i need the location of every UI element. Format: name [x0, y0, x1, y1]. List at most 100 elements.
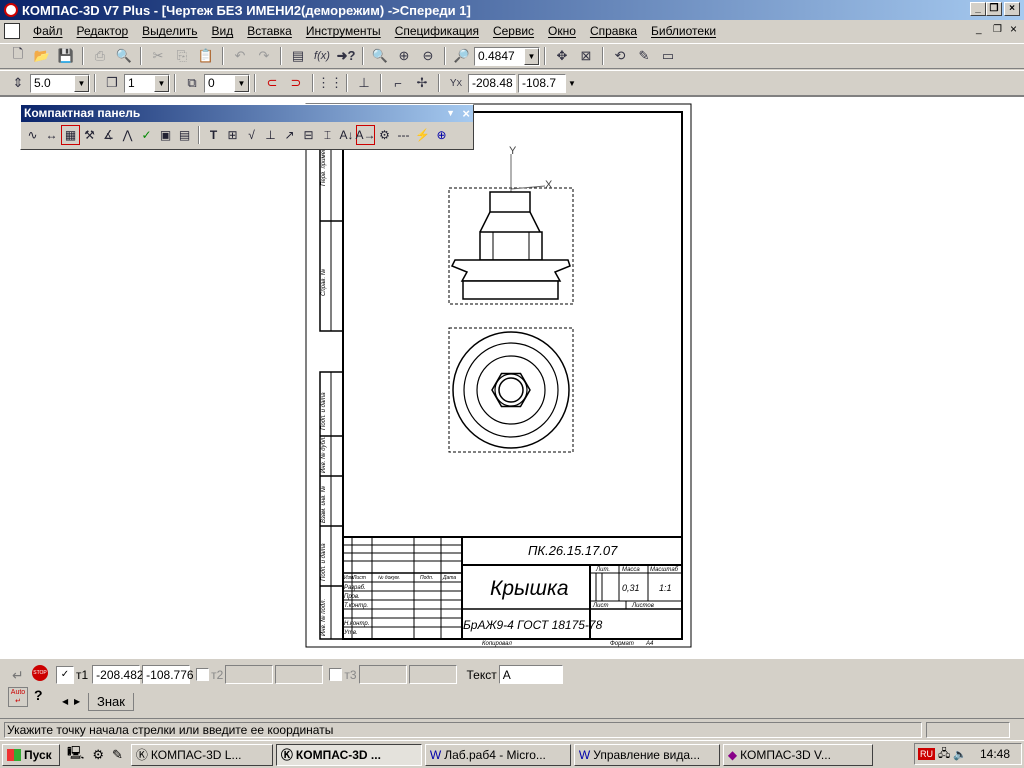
refresh-icon[interactable]: ⟲: [609, 46, 631, 66]
doc-restore-icon[interactable]: ❐: [993, 24, 1002, 35]
restore-button[interactable]: ❐: [986, 2, 1002, 16]
menu-window[interactable]: Окно: [541, 24, 583, 38]
parametrize-icon[interactable]: ∡: [99, 125, 118, 145]
t2-y-field[interactable]: [275, 665, 324, 684]
menu-libraries[interactable]: Библиотеки: [644, 24, 723, 38]
enter-icon[interactable]: ↵: [12, 667, 24, 684]
app-icon[interactable]: [4, 3, 18, 17]
menu-service[interactable]: Сервис: [486, 24, 541, 38]
menu-editor[interactable]: Редактор: [70, 24, 136, 38]
network-icon[interactable]: 🖧: [938, 745, 950, 764]
preview-icon[interactable]: 🔍: [113, 46, 135, 66]
doc-close-icon[interactable]: ×: [1010, 22, 1017, 36]
center-mark-icon[interactable]: ⊕: [432, 125, 451, 145]
snap-magnet-icon[interactable]: ⊂: [261, 73, 283, 93]
wave-icon[interactable]: ⚡: [413, 125, 432, 145]
task-kompas-v[interactable]: ◆ КОМПАС-3D V...: [722, 743, 873, 766]
select-icon[interactable]: ✓: [137, 125, 156, 145]
open-file-icon[interactable]: 📂: [31, 46, 53, 66]
clock[interactable]: 14:48: [980, 747, 1010, 761]
zoom-out-icon[interactable]: ⊖: [417, 46, 439, 66]
close-button[interactable]: ×: [1004, 2, 1020, 16]
base-icon[interactable]: ⊥: [261, 125, 280, 145]
manager-icon[interactable]: ▤: [287, 46, 309, 66]
tab-prev-icon[interactable]: ◀: [62, 697, 68, 706]
ortho-icon[interactable]: ⌐: [387, 73, 409, 93]
zoom-scale-icon[interactable]: 🔎: [451, 46, 473, 66]
function-icon[interactable]: f(x): [311, 46, 333, 66]
t1-checkbox[interactable]: ✓: [56, 665, 74, 684]
t1-x-field[interactable]: -208.482: [92, 665, 144, 684]
chevron-down-icon[interactable]: ▼: [524, 47, 539, 65]
coord-y-field[interactable]: -108.7: [518, 73, 566, 93]
menu-select[interactable]: Выделить: [135, 24, 204, 38]
pan-icon[interactable]: ✥: [551, 46, 573, 66]
menu-view[interactable]: Вид: [205, 24, 241, 38]
chevron-down-icon[interactable]: ▼: [234, 74, 249, 92]
show-all-icon[interactable]: ⊠: [575, 46, 597, 66]
text-tool-icon[interactable]: T: [204, 125, 223, 145]
volume-icon[interactable]: 🔈: [953, 748, 967, 761]
layer-icon[interactable]: ❐: [101, 73, 123, 93]
grid-icon[interactable]: ⋮⋮: [317, 73, 343, 93]
cut-icon[interactable]: ✂: [147, 46, 169, 66]
undo-icon[interactable]: ↶: [229, 46, 251, 66]
tab-sign[interactable]: Знак: [88, 693, 134, 711]
step-icon[interactable]: ⇕: [7, 73, 29, 93]
task-word-lab[interactable]: W Лаб.раб4 - Micro...: [424, 743, 571, 766]
zoom-window-icon[interactable]: 🔍: [369, 46, 391, 66]
compact-panel[interactable]: Компактная панель ▼ × ∿ ↔ ▦ ⚒ ∡ ⋀ ✓ ▣ ▤ …: [20, 104, 474, 150]
task-kompas-active[interactable]: Ⓚ КОМПАС-3D ...: [275, 743, 422, 766]
save-icon[interactable]: 💾: [55, 46, 77, 66]
t1-y-field[interactable]: -108.776: [142, 665, 194, 684]
drawing-sheet[interactable]: Перв. примен. Справ. № Подп. и дата Инв.…: [0, 96, 1024, 658]
minimize-button[interactable]: _: [970, 2, 986, 16]
spec-icon[interactable]: ▣: [156, 125, 175, 145]
position-icon[interactable]: ⌶: [318, 125, 337, 145]
t2-checkbox[interactable]: [196, 668, 210, 681]
help-icon[interactable]: ?: [34, 687, 43, 703]
toolbar-more-icon[interactable]: ▼: [568, 79, 576, 88]
t2-x-field[interactable]: [225, 665, 274, 684]
close-icon[interactable]: ×: [462, 105, 470, 122]
menu-tools[interactable]: Инструменты: [299, 24, 388, 38]
stop-icon[interactable]: STOP: [32, 665, 48, 681]
report-icon[interactable]: ▤: [175, 125, 194, 145]
new-file-icon[interactable]: 🗋: [7, 46, 29, 66]
panel-menu-icon[interactable]: ▼: [446, 105, 455, 122]
quick-launch-icon[interactable]: ✎: [112, 747, 123, 763]
cut-line-icon[interactable]: A↓: [337, 125, 356, 145]
layer-combo[interactable]: 1 ▼: [124, 73, 170, 93]
axis-line-icon[interactable]: ---: [394, 125, 413, 145]
copy-icon[interactable]: ⎘: [171, 46, 193, 66]
local-snap-icon[interactable]: ⊃: [285, 73, 307, 93]
doc-minimize-icon[interactable]: _: [976, 24, 982, 35]
text-field[interactable]: А: [498, 665, 563, 684]
style-combo[interactable]: 0 ▼: [204, 73, 250, 93]
redo-icon[interactable]: ↷: [253, 46, 275, 66]
language-indicator[interactable]: RU: [918, 748, 935, 760]
leader-icon[interactable]: ↗: [280, 125, 299, 145]
task-word-views[interactable]: W Управление вида...: [573, 743, 720, 766]
table-tool-icon[interactable]: ⊞: [223, 125, 242, 145]
menu-file[interactable]: Файл: [26, 24, 70, 38]
geometry-icon[interactable]: ∿: [23, 125, 42, 145]
coord-x-field[interactable]: -208.48: [468, 73, 516, 93]
view-arrow-icon[interactable]: A→: [356, 125, 376, 145]
t3-y-field[interactable]: [408, 665, 457, 684]
zoom-combo[interactable]: 0.4847 ▼: [474, 46, 540, 66]
help-pointer-icon[interactable]: ➜?: [335, 46, 357, 66]
menu-help[interactable]: Справка: [583, 24, 644, 38]
tolerance-icon[interactable]: ⊟: [299, 125, 318, 145]
t3-checkbox[interactable]: [329, 668, 343, 681]
tab-next-icon[interactable]: ▶: [74, 697, 80, 706]
zoom-in-icon[interactable]: ⊕: [393, 46, 415, 66]
step-combo[interactable]: 5.0 ▼: [30, 73, 90, 93]
style-icon[interactable]: ⧉: [181, 73, 203, 93]
start-button[interactable]: Пуск: [2, 743, 60, 766]
menu-insert[interactable]: Вставка: [240, 24, 299, 38]
edit-icon[interactable]: ⚒: [80, 125, 99, 145]
chevron-down-icon[interactable]: ▼: [154, 74, 169, 92]
roughness-icon[interactable]: √: [242, 125, 261, 145]
quick-launch-icon[interactable]: ⚙: [92, 747, 104, 763]
